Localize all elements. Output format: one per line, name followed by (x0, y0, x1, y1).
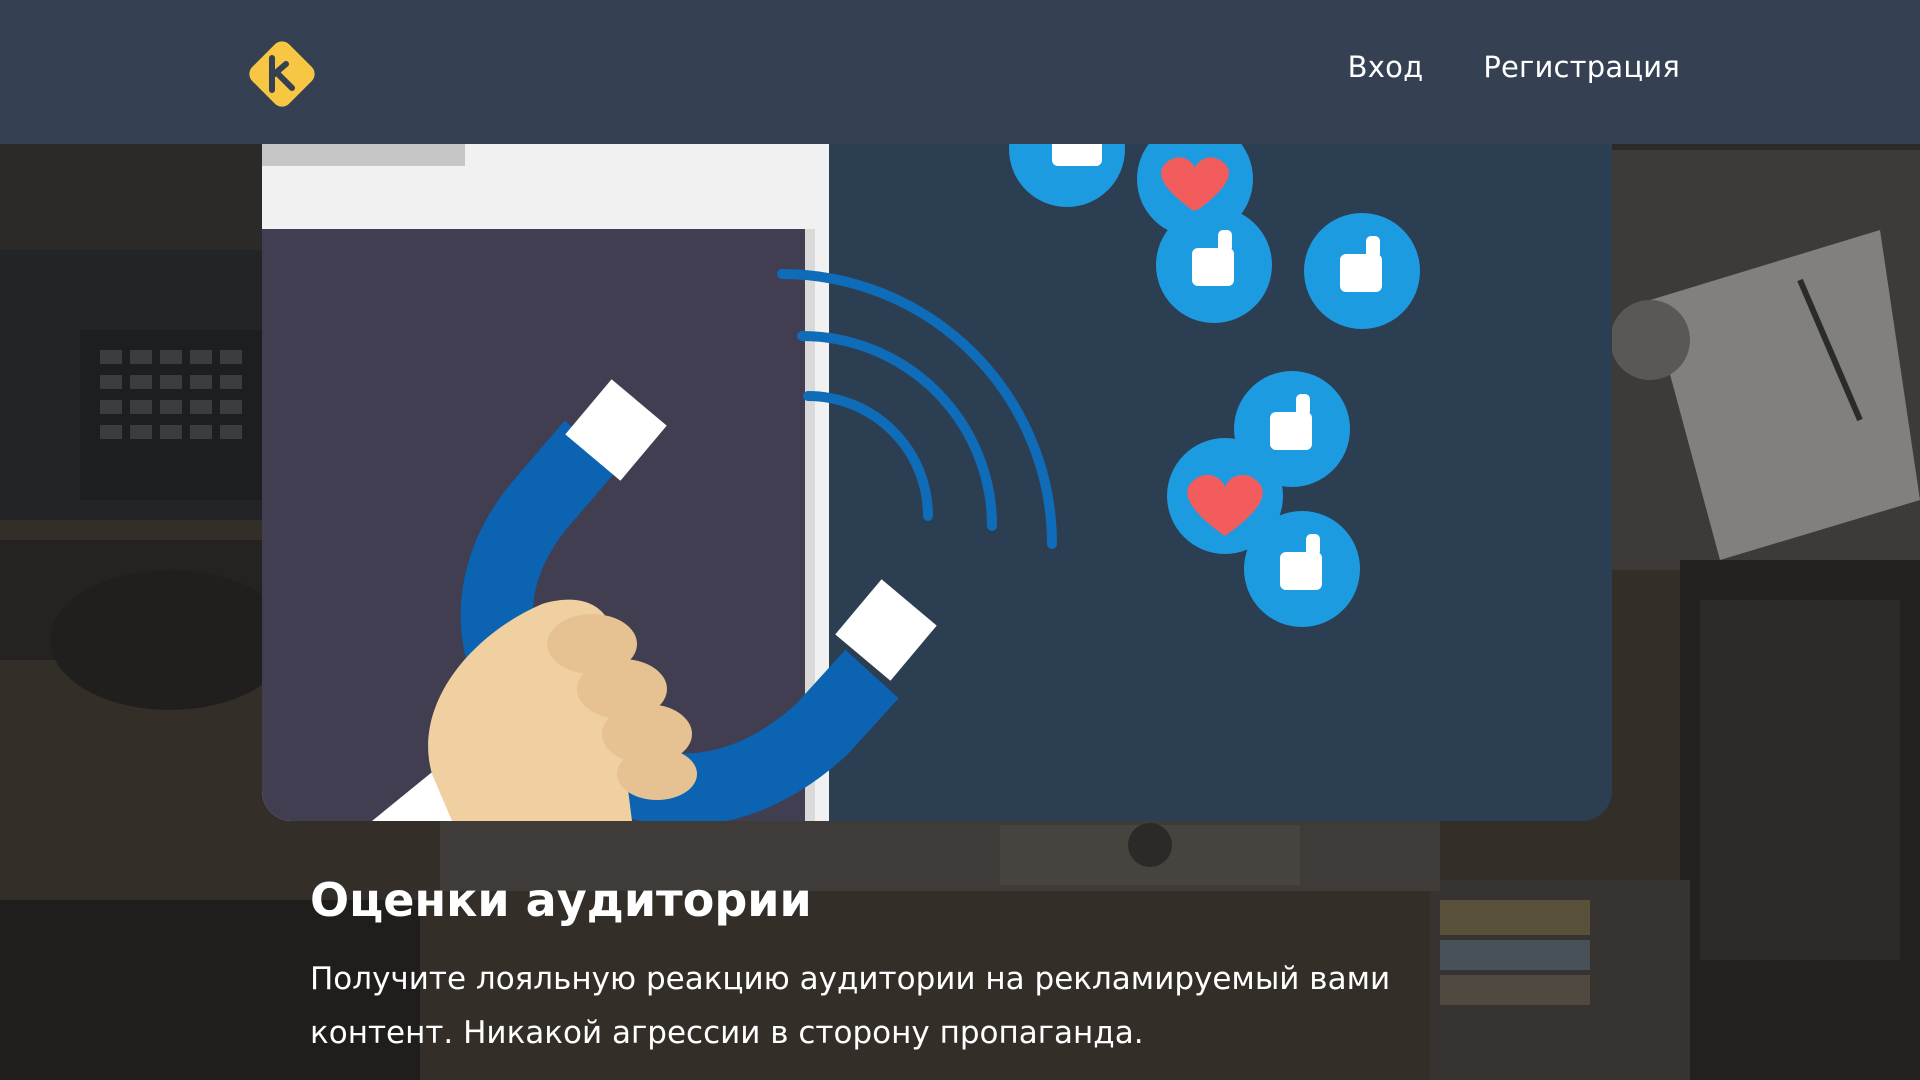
site-header: Вход Регистрация (0, 0, 1920, 144)
header-nav: Вход Регистрация (1348, 50, 1680, 84)
feature-description: Получите лояльную реакцию аудитории на р… (310, 961, 1391, 1051)
feature-caption: Оценки аудитории Получите лояльную реакц… (310, 870, 1560, 1060)
hero-illustration (262, 144, 1612, 821)
brand-logo-icon[interactable] (242, 34, 322, 114)
register-link[interactable]: Регистрация (1483, 50, 1680, 84)
login-link[interactable]: Вход (1348, 50, 1424, 84)
feature-title: Оценки аудитории (310, 873, 812, 927)
